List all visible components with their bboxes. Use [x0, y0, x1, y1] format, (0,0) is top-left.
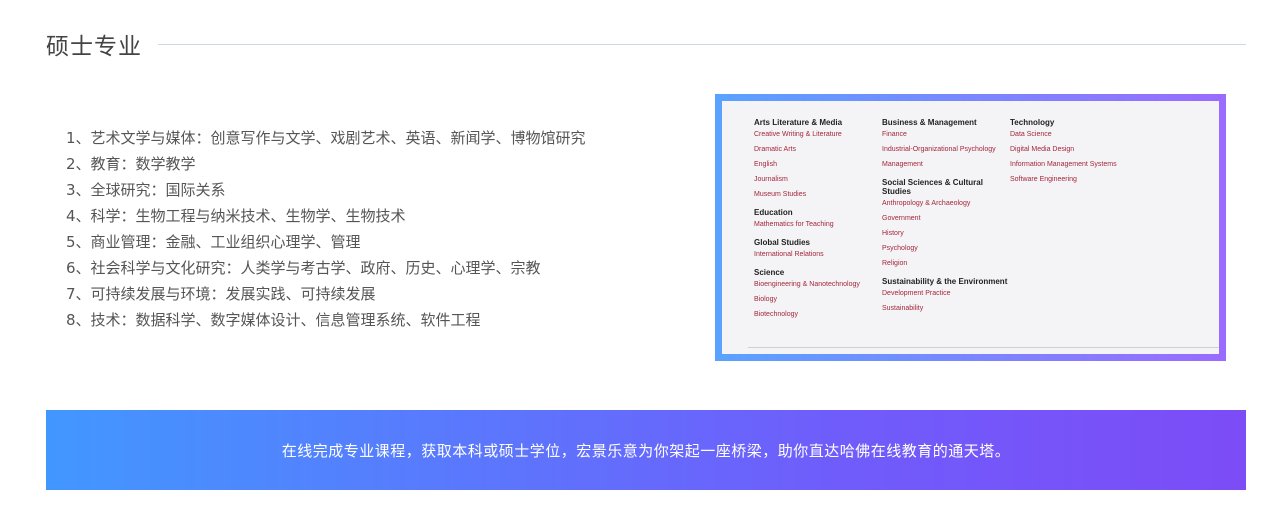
program-item: 8、技术：数据科学、数字媒体设计、信息管理系统、软件工程 [66, 311, 481, 329]
image-category-heading: Science [754, 268, 785, 277]
image-category-item: Biology [754, 296, 777, 303]
image-category-item: History [882, 230, 904, 237]
image-category: Global Studies International Relations [754, 238, 882, 259]
image-category-item: Mathematics for Teaching [754, 221, 834, 228]
promo-banner: 在线完成专业课程，获取本科或硕士学位，宏景乐意为你架起一座桥梁，助你直达哈佛在线… [46, 410, 1246, 490]
program-list: 1、艺术文学与媒体：创意写作与文学、戏剧艺术、英语、新闻学、博物馆研究 2、教育… [66, 125, 586, 333]
image-category-heading: Social Sciences & Cultural Studies [882, 178, 983, 196]
image-category: Social Sciences & Cultural Studies Anthro… [882, 178, 1010, 268]
program-item: 7、可持续发展与环境：发展实践、可持续发展 [66, 285, 376, 303]
program-item: 6、社会科学与文化研究：人类学与考古学、政府、历史、心理学、宗教 [66, 259, 541, 277]
image-divider [748, 347, 1219, 348]
image-category-item: Management [882, 161, 923, 168]
image-category-item: Sustainability [882, 305, 924, 312]
image-category-item: Dramatic Arts [754, 146, 797, 153]
title-divider [158, 43, 1246, 45]
image-category-item: Information Management Systems [1010, 161, 1117, 168]
image-category-item: Industrial-Organizational Psychology [882, 146, 996, 153]
image-category-item: International Relations [754, 251, 824, 258]
image-category-heading: Business & Management [882, 118, 977, 127]
image-category-item: Museum Studies [754, 191, 807, 198]
image-category-item: Data Science [1010, 131, 1052, 138]
image-category-item: English [754, 161, 777, 168]
image-category-item: Software Engineering [1010, 176, 1077, 183]
image-category-item: Development Practice [882, 290, 951, 297]
image-category: Business & Management Finance Industrial-O… [882, 118, 1010, 169]
section-title: 硕士专业 [46, 34, 142, 60]
program-item: 3、全球研究：国际关系 [66, 181, 226, 199]
image-category-item: Religion [882, 260, 908, 267]
image-category: Arts Literature & Media Creative Writing … [754, 118, 882, 199]
program-item: 4、科学：生物工程与纳米技术、生物学、生物技术 [66, 207, 406, 225]
image-category: Technology Data Science Digital Media Desi… [1010, 118, 1160, 184]
image-category-item: Anthropology & Archaeology [882, 200, 971, 207]
banner-text: 在线完成专业课程，获取本科或硕士学位，宏景乐意为你架起一座桥梁，助你直达哈佛在线… [281, 441, 1011, 460]
image-category-item: Digital Media Design [1010, 146, 1075, 153]
program-item: 5、商业管理：金融、工业组织心理学、管理 [66, 233, 361, 251]
programs-image-frame: Arts Literature & Media Creative Writing … [715, 94, 1226, 361]
image-category-heading: Global Studies [754, 238, 811, 247]
image-category-item: Finance [882, 131, 907, 138]
programs-image-column-3: Technology Data Science Digital Media Desi… [1010, 118, 1160, 191]
image-category-item: Creative Writing & Literature [754, 131, 842, 138]
image-category-item: Biotechnology [754, 311, 798, 318]
section-header: 硕士专业 [46, 24, 1246, 64]
image-category: Education Mathematics for Teaching [754, 208, 882, 229]
image-category-heading: Technology [1010, 118, 1055, 127]
programs-image-column-2: Business & Management Finance Industrial-O… [882, 118, 1010, 320]
image-category-item: Bioengineering & Nanotechnology [754, 281, 860, 288]
image-category-item: Journalism [754, 176, 788, 183]
image-category-item: Psychology [882, 245, 918, 252]
image-category: Science Bioengineering & Nanotechnology Bi… [754, 268, 882, 319]
image-category-heading: Sustainability & the Environment [882, 277, 1008, 286]
image-category-item: Government [882, 215, 921, 222]
program-item: 2、教育：数学教学 [66, 155, 196, 173]
image-category: Sustainability & the Environment Developm… [882, 277, 1010, 313]
image-category-heading: Education [754, 208, 793, 217]
image-category-heading: Arts Literature & Media [754, 118, 843, 127]
programs-image-column-1: Arts Literature & Media Creative Writing … [754, 118, 882, 326]
program-item: 1、艺术文学与媒体：创意写作与文学、戏剧艺术、英语、新闻学、博物馆研究 [66, 129, 586, 147]
programs-image: Arts Literature & Media Creative Writing … [722, 101, 1219, 354]
